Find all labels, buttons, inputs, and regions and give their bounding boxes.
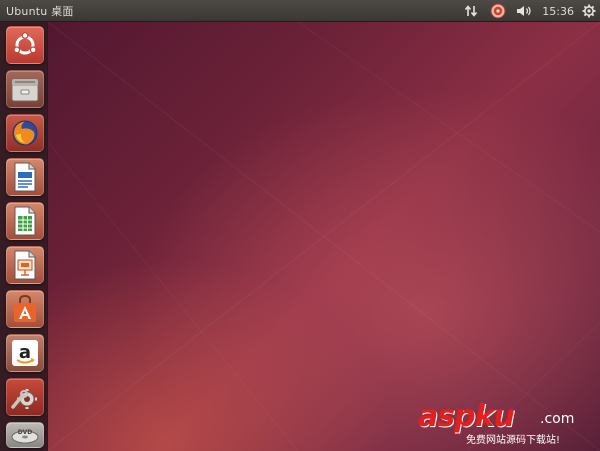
indicator-area: 15:36 xyxy=(458,0,596,22)
wallpaper-pattern xyxy=(48,22,600,451)
launcher-item-libreoffice-impress[interactable] xyxy=(6,246,44,284)
unity-launcher: a DVD xyxy=(0,22,48,451)
launcher-item-dash-home[interactable] xyxy=(6,26,44,64)
file-cabinet-icon xyxy=(10,75,40,103)
messaging-icon[interactable] xyxy=(490,0,506,22)
system-gear-icon[interactable] xyxy=(582,0,596,22)
watermark-slogan: 免费网站源码下载站! xyxy=(466,435,561,446)
svg-text:DVD: DVD xyxy=(18,429,33,436)
launcher-item-system-settings[interactable] xyxy=(6,378,44,416)
watermark-domain-suffix: .com xyxy=(540,411,575,427)
svg-text:a: a xyxy=(19,342,31,363)
watermark-brand: aspku xyxy=(418,399,515,434)
top-panel: Ubuntu 桌面 15:36 xyxy=(0,0,600,22)
launcher-item-amazon[interactable]: a xyxy=(6,334,44,372)
launcher-item-files[interactable] xyxy=(6,70,44,108)
settings-wrench-icon xyxy=(10,382,40,412)
ubuntu-logo-icon xyxy=(11,31,39,59)
launcher-item-libreoffice-writer[interactable] xyxy=(6,158,44,196)
clock[interactable]: 15:36 xyxy=(542,5,574,18)
launcher-item-software-center[interactable] xyxy=(6,290,44,328)
launcher-item-libreoffice-calc[interactable] xyxy=(6,202,44,240)
launcher-item-dvd[interactable]: DVD xyxy=(6,422,44,448)
firefox-icon xyxy=(10,118,40,148)
desktop-wallpaper[interactable] xyxy=(48,22,600,451)
launcher-item-firefox[interactable] xyxy=(6,114,44,152)
panel-title: Ubuntu 桌面 xyxy=(6,4,74,18)
dvd-icon: DVD xyxy=(10,425,40,445)
volume-icon[interactable] xyxy=(516,0,534,22)
aspku-watermark: aspku .com 免费网站源码下载站! xyxy=(418,399,594,446)
shopping-bag-icon xyxy=(10,294,40,324)
writer-doc-icon xyxy=(11,161,39,193)
network-icon[interactable] xyxy=(464,0,478,22)
impress-slide-icon xyxy=(11,249,39,281)
calc-sheet-icon xyxy=(11,205,39,237)
amazon-icon: a xyxy=(10,338,40,368)
